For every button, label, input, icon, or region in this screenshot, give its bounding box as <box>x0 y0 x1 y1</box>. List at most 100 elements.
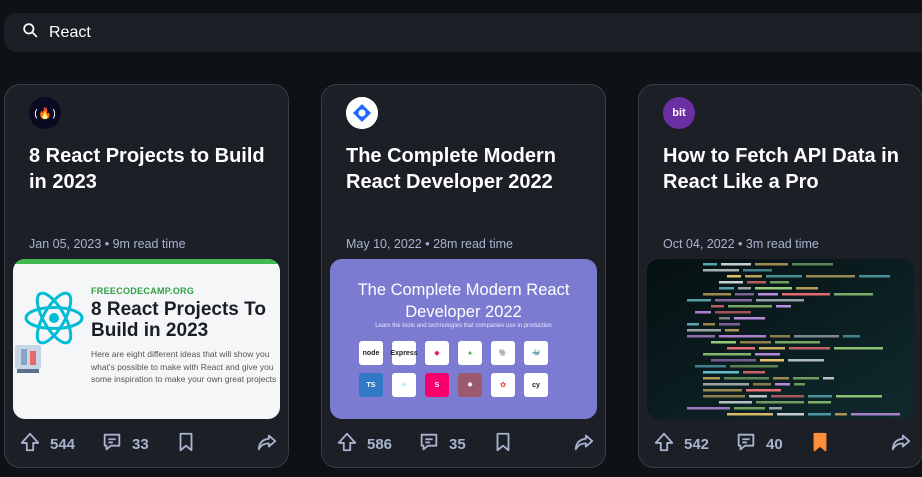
search-icon <box>22 22 39 44</box>
article-meta: Jan 05, 2023 • 9m read time <box>29 237 186 251</box>
code-line-segment <box>687 323 699 326</box>
code-line-segment <box>746 389 781 392</box>
comment-icon <box>735 431 757 458</box>
code-line-segment <box>719 323 740 326</box>
octopus-logo-icon: ✿ <box>491 373 515 397</box>
upvote-arrow-icon <box>19 431 41 458</box>
storybook-logo-icon: S <box>425 373 449 397</box>
article-thumbnail[interactable]: The Complete Modern React Developer 2022… <box>330 259 597 419</box>
code-line-segment <box>835 413 847 416</box>
code-line-segment <box>721 263 751 266</box>
bookmark-button[interactable] <box>809 431 869 458</box>
code-line-segment <box>730 365 778 368</box>
upvote-count: 542 <box>684 435 710 453</box>
upvote-count: 544 <box>50 435 76 453</box>
code-line-segment <box>789 347 830 350</box>
card-actions: 544 33 <box>19 431 278 457</box>
card-actions: 542 40 <box>653 431 912 457</box>
code-line-segment <box>808 413 831 416</box>
code-line-segment <box>782 293 830 296</box>
code-line-segment <box>771 395 804 398</box>
code-line-segment <box>834 347 883 350</box>
code-line-segment <box>770 335 790 338</box>
comments-button[interactable]: 33 <box>101 431 175 458</box>
upvote-button[interactable]: 542 <box>653 431 735 458</box>
code-line-segment <box>775 341 820 344</box>
code-line-segment <box>755 353 780 356</box>
code-line-segment <box>770 281 789 284</box>
article-thumbnail[interactable] <box>647 259 914 419</box>
thumbnail-heading: 8 React Projects To Build in 2023 <box>91 299 266 341</box>
code-line-segment <box>703 377 720 380</box>
code-line-segment <box>743 371 765 374</box>
code-line-segment <box>766 275 802 278</box>
thumbnail-text: Here are eight different ideas that will… <box>91 349 277 384</box>
code-line-segment <box>727 347 755 350</box>
code-line-segment <box>793 377 819 380</box>
code-line-segment <box>775 383 790 386</box>
article-card[interactable]: (🔥) 8 React Projects to Build in 2023 Ja… <box>4 84 289 468</box>
code-line-segment <box>719 281 743 284</box>
code-line-segment <box>756 401 804 404</box>
code-line-segment <box>823 377 834 380</box>
upvote-arrow-icon <box>653 431 675 458</box>
docker-logo-icon: 🐳 <box>524 341 548 365</box>
code-line-segment <box>711 305 724 308</box>
code-line-segment <box>703 389 742 392</box>
code-line-segment <box>703 263 717 266</box>
code-line-segment <box>808 395 832 398</box>
search-bar[interactable] <box>4 13 922 52</box>
code-line-segment <box>756 299 804 302</box>
code-line-segment <box>740 341 771 344</box>
article-card[interactable]: bit How to Fetch API Data in React Like … <box>638 84 922 468</box>
code-line-segment <box>715 299 752 302</box>
thumbnail-source-label: FREECODECAMP.ORG <box>91 286 195 296</box>
code-line-segment <box>788 359 824 362</box>
code-line-segment <box>735 293 754 296</box>
code-line-segment <box>703 383 749 386</box>
code-line-segment <box>687 335 715 338</box>
share-arrow-icon <box>890 431 912 458</box>
cypress-logo-icon: cy <box>524 373 548 397</box>
article-title[interactable]: The Complete Modern React Developer 2022 <box>346 143 586 195</box>
bookmark-button[interactable] <box>175 431 235 458</box>
code-line-segment <box>806 275 855 278</box>
code-line-segment <box>703 323 715 326</box>
code-line-segment <box>745 275 762 278</box>
code-line-segment <box>719 335 766 338</box>
code-line-segment <box>851 413 900 416</box>
search-input[interactable] <box>49 23 449 42</box>
code-line-segment <box>834 293 873 296</box>
code-line-segment <box>687 329 721 332</box>
article-thumbnail[interactable]: FREECODECAMP.ORG 8 React Projects To Bui… <box>13 259 280 419</box>
code-line-segment <box>719 401 752 404</box>
article-card[interactable]: The Complete Modern React Developer 2022… <box>321 84 606 468</box>
comments-button[interactable]: 40 <box>735 431 809 458</box>
upvote-button[interactable]: 544 <box>19 431 101 458</box>
thumbnail-heading: The Complete Modern React Developer 2022 <box>357 281 570 321</box>
upvote-button[interactable]: 586 <box>336 431 418 458</box>
bookmark-icon <box>175 431 197 458</box>
code-line-segment <box>687 407 730 410</box>
freecodecamp-logo-icon[interactable]: (🔥) <box>29 97 61 129</box>
share-button[interactable] <box>256 431 278 458</box>
code-line-segment <box>743 269 772 272</box>
share-button[interactable] <box>573 431 595 458</box>
code-line-segment <box>734 407 765 410</box>
comment-count: 33 <box>132 435 149 453</box>
daily-dev-logo-icon[interactable] <box>346 97 378 129</box>
bit-logo-icon[interactable]: bit <box>663 97 695 129</box>
bookmark-filled-icon <box>809 431 831 458</box>
bookmark-button[interactable] <box>492 431 552 458</box>
code-line-segment <box>695 311 711 314</box>
article-title[interactable]: How to Fetch API Data in React Like a Pr… <box>663 143 903 195</box>
code-line-segment <box>836 395 882 398</box>
article-title[interactable]: 8 React Projects to Build in 2023 <box>29 143 269 195</box>
express-logo-icon: Express <box>390 341 418 365</box>
share-button[interactable] <box>890 431 912 458</box>
code-line-segment <box>715 311 751 314</box>
code-line-segment <box>724 377 769 380</box>
code-line-segment <box>747 281 766 284</box>
code-line-segment <box>703 395 745 398</box>
comments-button[interactable]: 35 <box>418 431 492 458</box>
